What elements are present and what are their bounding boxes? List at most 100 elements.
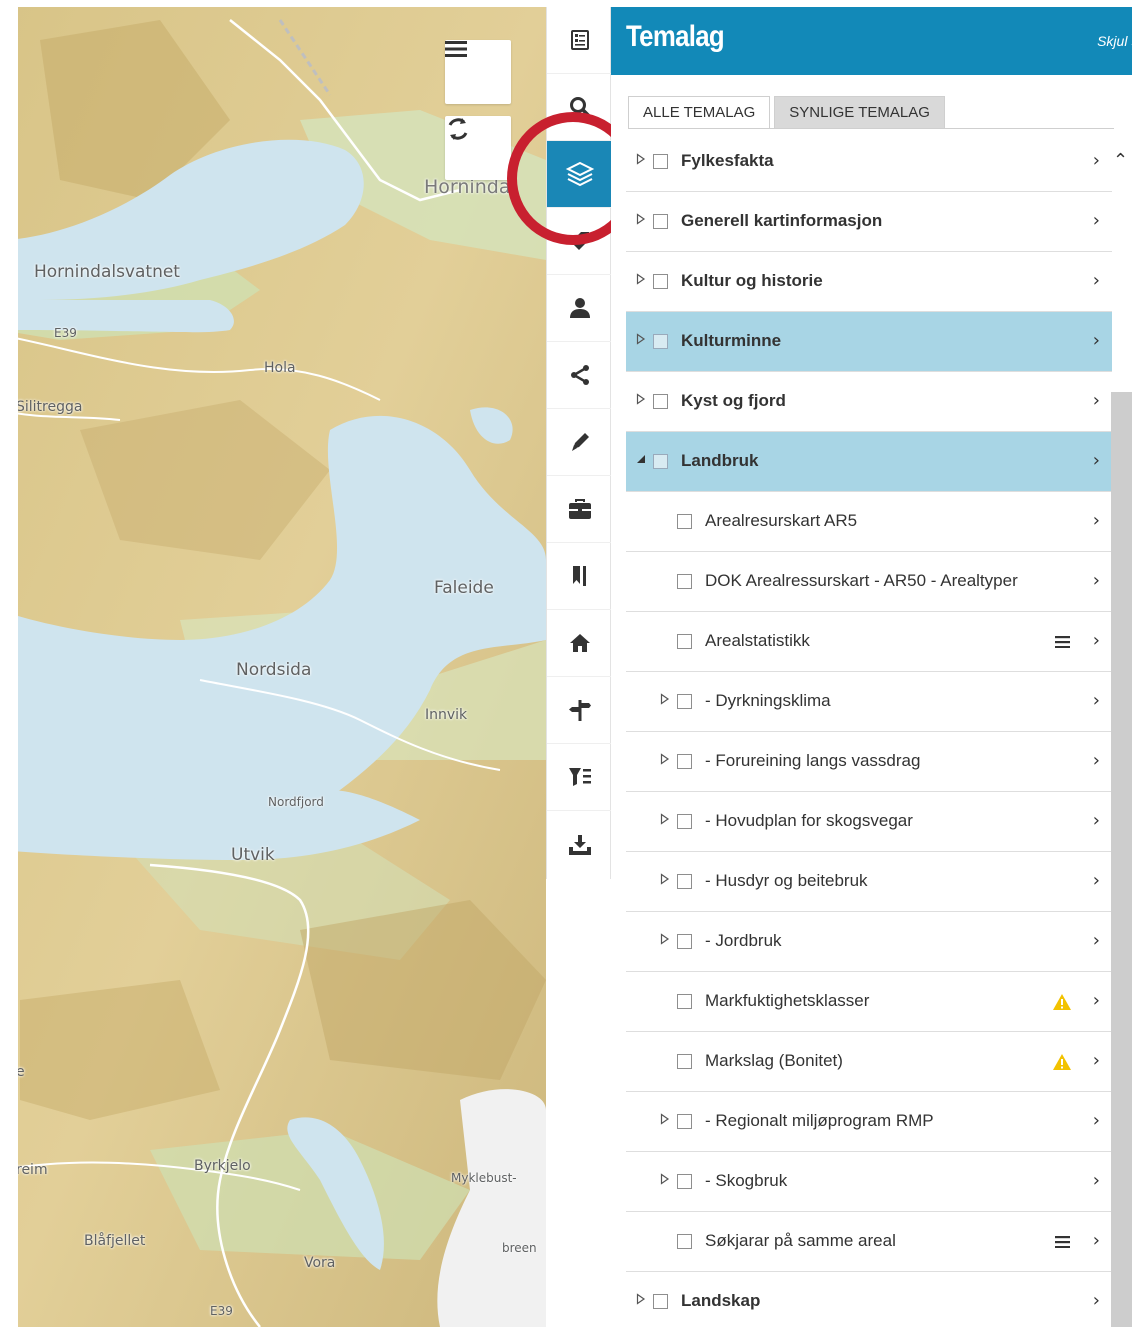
layer-checkbox[interactable]	[653, 214, 668, 229]
chevron-right-icon[interactable]: ›	[1093, 690, 1100, 711]
layer-checkbox[interactable]	[653, 154, 668, 169]
tool-legend[interactable]	[547, 7, 612, 74]
tab-all-layers[interactable]: ALLE TEMALAG	[628, 96, 771, 129]
tool-tag[interactable]	[547, 208, 612, 275]
layer-checkbox[interactable]	[677, 814, 692, 829]
layer-row[interactable]: Kyst og fjord ›	[626, 372, 1112, 432]
layer-row[interactable]: - Husdyr og beitebruk ›	[626, 852, 1112, 912]
layer-row[interactable]: Markfuktighetsklasser ›	[626, 972, 1112, 1032]
tool-user[interactable]	[547, 275, 612, 342]
layer-row[interactable]: Arealstatistikk ›	[626, 612, 1112, 672]
expand-arrow-icon[interactable]	[636, 273, 646, 285]
expand-arrow-icon[interactable]	[660, 813, 670, 825]
layer-checkbox[interactable]	[677, 994, 692, 1009]
layer-row[interactable]: Søkjarar på samme areal ›	[626, 1212, 1112, 1272]
chevron-right-icon[interactable]: ›	[1093, 870, 1100, 891]
user-icon	[569, 298, 590, 318]
scroll-up-arrow[interactable]: ⌃	[1113, 150, 1131, 171]
layer-checkbox[interactable]	[677, 1174, 692, 1189]
layer-checkbox[interactable]	[677, 1234, 692, 1249]
layer-row[interactable]: Landbruk ›	[626, 432, 1112, 492]
layer-list-icon[interactable]	[1055, 636, 1070, 648]
layer-row[interactable]: - Jordbruk ›	[626, 912, 1112, 972]
expand-arrow-icon[interactable]	[660, 873, 670, 885]
tool-download[interactable]	[547, 811, 612, 878]
map-menu-button[interactable]	[445, 40, 511, 104]
layer-checkbox[interactable]	[653, 1294, 668, 1309]
map-refresh-button[interactable]	[445, 116, 511, 180]
layer-row[interactable]: - Hovudplan for skogsvegar ›	[626, 792, 1112, 852]
chevron-right-icon[interactable]: ›	[1093, 1170, 1100, 1191]
chevron-right-icon[interactable]: ›	[1093, 1230, 1100, 1251]
layer-checkbox[interactable]	[677, 754, 692, 769]
chevron-right-icon[interactable]: ›	[1093, 1110, 1100, 1131]
layer-checkbox[interactable]	[677, 1054, 692, 1069]
layer-row[interactable]: Landskap ›	[626, 1272, 1112, 1327]
layer-row[interactable]: Markslag (Bonitet) ›	[626, 1032, 1112, 1092]
layer-checkbox[interactable]	[677, 574, 692, 589]
expand-arrow-icon[interactable]	[636, 213, 646, 225]
tool-share[interactable]	[547, 342, 612, 409]
chevron-right-icon[interactable]: ›	[1093, 150, 1100, 171]
expand-arrow-icon[interactable]	[636, 153, 646, 165]
layer-checkbox[interactable]	[677, 874, 692, 889]
layer-row[interactable]: - Forureining langs vassdrag ›	[626, 732, 1112, 792]
layer-list-icon[interactable]	[1055, 1236, 1070, 1248]
chevron-right-icon[interactable]: ›	[1093, 1050, 1100, 1071]
layer-checkbox[interactable]	[653, 394, 668, 409]
expand-arrow-icon[interactable]	[636, 333, 646, 345]
layer-row[interactable]: Kulturminne ›	[626, 312, 1112, 372]
layer-row[interactable]: - Skogbruk ›	[626, 1152, 1112, 1212]
layer-checkbox[interactable]	[677, 694, 692, 709]
expand-arrow-icon[interactable]	[636, 393, 646, 405]
layer-row[interactable]: - Dyrkningsklima ›	[626, 672, 1112, 732]
layer-row[interactable]: Fylkesfakta ›	[626, 132, 1112, 192]
layer-row[interactable]: Generell kartinformasjon ›	[626, 192, 1112, 252]
layer-checkbox[interactable]	[653, 454, 668, 469]
layer-row[interactable]: Arealresurskart AR5 ›	[626, 492, 1112, 552]
tool-draw[interactable]	[547, 409, 612, 476]
layer-checkbox[interactable]	[677, 1114, 692, 1129]
chevron-right-icon[interactable]: ›	[1093, 750, 1100, 771]
chevron-right-icon[interactable]: ›	[1093, 1290, 1100, 1311]
chevron-right-icon[interactable]: ›	[1093, 990, 1100, 1011]
scrollbar[interactable]	[1111, 392, 1132, 1327]
layer-checkbox[interactable]	[677, 634, 692, 649]
map-label: breen	[502, 1241, 537, 1255]
layers-icon	[565, 161, 594, 187]
layer-checkbox[interactable]	[653, 274, 668, 289]
layer-row[interactable]: Kultur og historie ›	[626, 252, 1112, 312]
tool-toolbox[interactable]	[547, 476, 612, 543]
chevron-right-icon[interactable]: ›	[1093, 210, 1100, 231]
tool-filter[interactable]	[547, 744, 612, 811]
tool-home[interactable]	[547, 610, 612, 677]
tab-visible-layers[interactable]: SYNLIGE TEMALAG	[774, 96, 945, 129]
layer-checkbox[interactable]	[653, 334, 668, 349]
chevron-right-icon[interactable]: ›	[1093, 810, 1100, 831]
chevron-right-icon[interactable]: ›	[1093, 630, 1100, 651]
expand-arrow-icon[interactable]	[660, 1113, 670, 1125]
chevron-right-icon[interactable]: ›	[1093, 270, 1100, 291]
chevron-right-icon[interactable]: ›	[1093, 930, 1100, 951]
hide-panel-link[interactable]: Skjul ›	[1097, 33, 1132, 49]
tool-signpost[interactable]	[547, 677, 612, 744]
expand-arrow-icon[interactable]	[636, 1293, 646, 1305]
map-view[interactable]: Hornindal Hornindalsvatnet E39 Hola Sili…	[0, 0, 546, 1327]
chevron-right-icon[interactable]: ›	[1093, 390, 1100, 411]
collapse-arrow-icon[interactable]	[636, 453, 646, 465]
tool-bookmark[interactable]	[547, 543, 612, 610]
chevron-right-icon[interactable]: ›	[1093, 570, 1100, 591]
expand-arrow-icon[interactable]	[660, 753, 670, 765]
chevron-right-icon[interactable]: ›	[1093, 510, 1100, 531]
layer-checkbox[interactable]	[677, 514, 692, 529]
layer-row[interactable]: DOK Arealressurskart - AR50 - Arealtyper…	[626, 552, 1112, 612]
layer-checkbox[interactable]	[677, 934, 692, 949]
tool-layers[interactable]	[547, 141, 612, 208]
tool-search[interactable]	[547, 74, 612, 141]
chevron-right-icon[interactable]: ›	[1093, 330, 1100, 351]
expand-arrow-icon[interactable]	[660, 693, 670, 705]
layer-row[interactable]: - Regionalt miljøprogram RMP ›	[626, 1092, 1112, 1152]
expand-arrow-icon[interactable]	[660, 1173, 670, 1185]
chevron-right-icon[interactable]: ›	[1093, 450, 1100, 471]
expand-arrow-icon[interactable]	[660, 933, 670, 945]
